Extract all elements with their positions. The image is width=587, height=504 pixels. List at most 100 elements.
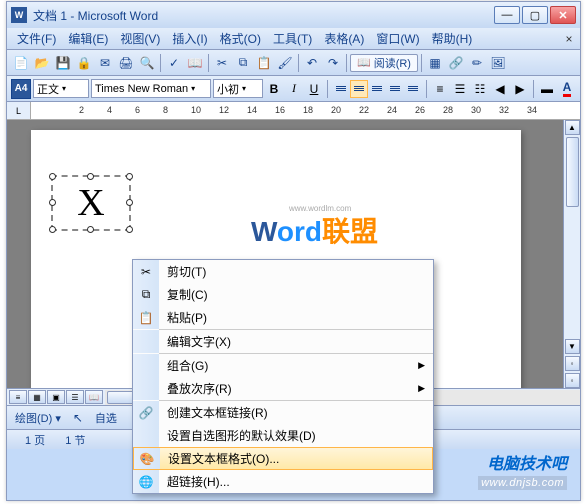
resize-handle-tl[interactable]	[49, 173, 56, 180]
styles-pane-icon[interactable]: A4	[11, 79, 31, 99]
context-menu: ✂剪切(T) ⧉复制(C) 📋粘贴(P) 编辑文字(X) 组合(G)▶ 叠放次序…	[132, 259, 434, 494]
decrease-indent-icon[interactable]: ◀	[491, 80, 509, 98]
undo-icon[interactable]: ↶	[302, 53, 322, 73]
drawing-icon[interactable]: ✏	[467, 53, 487, 73]
web-view-button[interactable]: ▦	[28, 390, 46, 404]
minimize-button[interactable]: —	[494, 6, 520, 24]
bold-button[interactable]: B	[265, 80, 283, 98]
redo-icon[interactable]: ↷	[323, 53, 343, 73]
normal-view-button[interactable]: ≡	[9, 390, 27, 404]
wordlm-watermark: Word联盟	[251, 210, 378, 250]
italic-button[interactable]: I	[285, 80, 303, 98]
copy-icon[interactable]: ⧉	[233, 53, 253, 73]
style-combo[interactable]: 正文▾	[33, 79, 89, 98]
menu-close-icon[interactable]: ×	[562, 32, 576, 46]
font-combo[interactable]: Times New Roman▾	[91, 79, 211, 98]
ctx-hyperlink[interactable]: 🌐超链接(H)...	[133, 470, 433, 493]
ruler-marks: 246810121416182022242628303234	[79, 102, 580, 119]
print-icon[interactable]: 🖨	[116, 53, 136, 73]
select-objects-icon[interactable]: ↖	[68, 408, 88, 428]
scroll-up-button[interactable]: ▲	[565, 120, 580, 135]
ctx-edit-text[interactable]: 编辑文字(X)	[133, 330, 433, 353]
resize-handle-tr[interactable]	[126, 173, 133, 180]
menu-insert[interactable]: 插入(I)	[166, 28, 213, 49]
cut-icon[interactable]: ✂	[212, 53, 232, 73]
autoshapes-menu[interactable]: 自选	[91, 410, 121, 426]
resize-handle-tm[interactable]	[87, 173, 94, 180]
open-icon[interactable]: 📂	[32, 53, 52, 73]
ctx-cut[interactable]: ✂剪切(T)	[133, 260, 433, 283]
ctx-autoshape-defaults[interactable]: 设置自选图形的默认效果(D)	[133, 424, 433, 447]
permission-icon[interactable]: 🔒	[74, 53, 94, 73]
resize-handle-ml[interactable]	[49, 199, 56, 206]
menubar: 文件(F) 编辑(E) 视图(V) 插入(I) 格式(O) 工具(T) 表格(A…	[7, 28, 580, 50]
status-page: 1 页	[15, 432, 55, 448]
highlight-icon[interactable]: ▬	[538, 80, 556, 98]
bullets-icon[interactable]: ☷	[471, 80, 489, 98]
menu-view[interactable]: 视图(V)	[114, 28, 166, 49]
ctx-format-textbox[interactable]: 🎨设置文本框格式(O)...	[133, 447, 433, 470]
prev-page-button[interactable]: ◦	[565, 356, 580, 371]
status-section: 1 节	[55, 432, 95, 448]
app-icon: W	[11, 7, 27, 23]
font-color-button[interactable]: A	[558, 80, 576, 98]
window-title: 文档 1 - Microsoft Word	[33, 7, 494, 24]
menu-help[interactable]: 帮助(H)	[426, 28, 479, 49]
align-center-button[interactable]	[350, 80, 368, 98]
align-right-button[interactable]	[368, 80, 386, 98]
menu-tools[interactable]: 工具(T)	[267, 28, 318, 49]
picture-icon[interactable]: 🖼	[488, 53, 508, 73]
font-size-combo[interactable]: 小初▾	[213, 79, 263, 98]
mail-icon[interactable]: ✉	[95, 53, 115, 73]
textbox-content: X	[77, 181, 104, 225]
ctx-paste[interactable]: 📋粘贴(P)	[133, 306, 433, 329]
ctx-copy[interactable]: ⧉复制(C)	[133, 283, 433, 306]
draw-menu[interactable]: 绘图(D) ▾	[11, 410, 65, 426]
menu-edit[interactable]: 编辑(E)	[62, 28, 114, 49]
cut-icon: ✂	[133, 260, 159, 283]
format-painter-icon[interactable]: 🖌	[275, 53, 295, 73]
vertical-scrollbar[interactable]: ▲ ▼ ◦ ◦	[563, 120, 580, 388]
numbering-icon[interactable]: ☰	[451, 80, 469, 98]
hyperlink-icon[interactable]: 🔗	[446, 53, 466, 73]
menu-window[interactable]: 窗口(W)	[370, 28, 425, 49]
ctx-order[interactable]: 叠放次序(R)▶	[133, 377, 433, 400]
new-doc-icon[interactable]: 📄	[11, 53, 31, 73]
increase-indent-icon[interactable]: ▶	[511, 80, 529, 98]
resize-handle-bm[interactable]	[87, 226, 94, 233]
close-button[interactable]: ✕	[550, 6, 576, 24]
horizontal-ruler[interactable]: L 246810121416182022242628303234	[7, 102, 580, 120]
line-spacing-icon[interactable]: ≡	[431, 80, 449, 98]
research-icon[interactable]: 📖	[185, 53, 205, 73]
resize-handle-br[interactable]	[126, 226, 133, 233]
scroll-down-button[interactable]: ▼	[565, 339, 580, 354]
underline-button[interactable]: U	[305, 80, 323, 98]
resize-handle-mr[interactable]	[126, 199, 133, 206]
menu-table[interactable]: 表格(A)	[318, 28, 370, 49]
menu-file[interactable]: 文件(F)	[11, 28, 62, 49]
selected-textbox[interactable]: X	[51, 175, 131, 231]
next-page-button[interactable]: ◦	[565, 373, 580, 388]
paste-icon[interactable]: 📋	[254, 53, 274, 73]
copy-icon: ⧉	[133, 283, 159, 306]
reading-view-button[interactable]: 📖	[85, 390, 103, 404]
formatting-toolbar: A4 正文▾ Times New Roman▾ 小初▾ B I U ≡ ☰ ☷ …	[7, 76, 580, 102]
spell-icon[interactable]: ✓	[164, 53, 184, 73]
align-justify-button[interactable]	[386, 80, 404, 98]
ctx-create-link[interactable]: 🔗创建文本框链接(R)	[133, 401, 433, 424]
ctx-group[interactable]: 组合(G)▶	[133, 354, 433, 377]
print-view-button[interactable]: ▣	[47, 390, 65, 404]
align-left-button[interactable]	[332, 80, 350, 98]
outline-view-button[interactable]: ☰	[66, 390, 84, 404]
preview-icon[interactable]: 🔍	[137, 53, 157, 73]
resize-handle-bl[interactable]	[49, 226, 56, 233]
menu-format[interactable]: 格式(O)	[214, 28, 267, 49]
standard-toolbar: 📄 📂 💾 🔒 ✉ 🖨 🔍 ✓ 📖 ✂ ⧉ 📋 🖌 ↶ ↷ 📖阅读(R) ▦ 🔗…	[7, 50, 580, 76]
table-icon[interactable]: ▦	[425, 53, 445, 73]
reading-mode-button[interactable]: 📖阅读(R)	[350, 54, 418, 72]
scroll-thumb[interactable]	[566, 137, 579, 207]
maximize-button[interactable]: ▢	[522, 6, 548, 24]
footer-watermark: 电脑技术吧	[487, 450, 567, 474]
align-distribute-button[interactable]	[404, 80, 422, 98]
save-icon[interactable]: 💾	[53, 53, 73, 73]
